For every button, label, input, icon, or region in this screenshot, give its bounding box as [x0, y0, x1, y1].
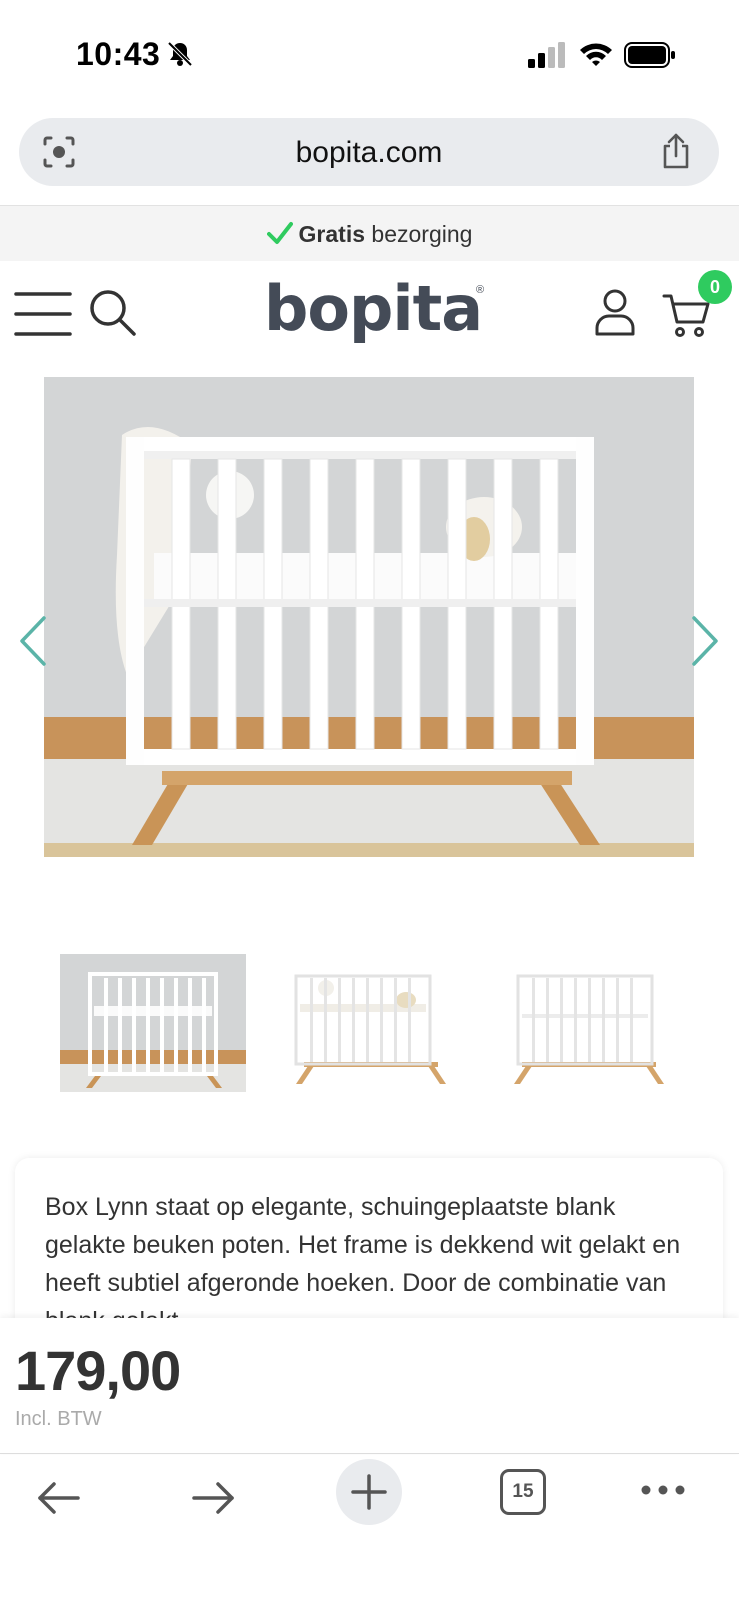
thumbnail-1[interactable] — [60, 954, 246, 1092]
cart-badge[interactable]: 0 — [698, 270, 732, 304]
battery-icon — [624, 42, 675, 68]
signal-icon — [528, 42, 565, 68]
thumbnail-image — [278, 954, 464, 1092]
price-amount: 179,00 — [15, 1339, 181, 1402]
product-main-image[interactable] — [44, 377, 694, 857]
tabs-button[interactable]: 15 — [500, 1469, 546, 1515]
browser-toolbar: 15 — [0, 1455, 739, 1600]
description-text: Box Lynn staat op elegante, schuingeplaa… — [45, 1193, 681, 1335]
thumbnail-image — [496, 954, 682, 1092]
chevron-left-icon[interactable] — [16, 612, 50, 670]
check-icon — [266, 222, 293, 244]
wifi-icon — [580, 43, 612, 66]
thumbnail-2[interactable] — [278, 954, 464, 1092]
forward-icon[interactable] — [190, 1475, 236, 1521]
url-bar[interactable]: bopita.com — [19, 118, 719, 186]
thumbnail-image — [60, 954, 246, 1092]
more-icon[interactable] — [640, 1483, 686, 1497]
thumbnail-3[interactable] — [496, 954, 682, 1092]
promo-text: bezorging — [365, 221, 473, 247]
promo-bar: Gratis bezorging — [0, 205, 739, 261]
status-bar: 10:43 — [0, 0, 739, 108]
price-note: Incl. BTW — [15, 1408, 102, 1430]
crib-illustration — [44, 377, 694, 857]
logo[interactable]: bopita — [264, 272, 483, 345]
back-icon[interactable] — [36, 1475, 82, 1521]
menu-icon[interactable] — [14, 290, 72, 338]
url-text[interactable]: bopita.com — [19, 136, 719, 170]
status-time: 10:43 — [76, 36, 161, 72]
new-tab-button[interactable] — [336, 1459, 402, 1525]
share-icon[interactable] — [659, 132, 693, 170]
site-header: bopita ® 0 — [0, 262, 739, 366]
chevron-right-icon[interactable] — [688, 612, 722, 670]
price-bar: 179,00 Incl. BTW — [0, 1318, 739, 1454]
bell-slash-icon — [167, 41, 193, 67]
promo-bold-text: Gratis — [298, 221, 366, 247]
search-icon[interactable] — [88, 288, 138, 338]
description-card: Box Lynn staat op elegante, schuingeplaa… — [15, 1158, 723, 1338]
plus-icon — [351, 1474, 387, 1510]
logo-registered-mark: ® — [476, 284, 485, 296]
account-icon[interactable] — [594, 288, 636, 336]
